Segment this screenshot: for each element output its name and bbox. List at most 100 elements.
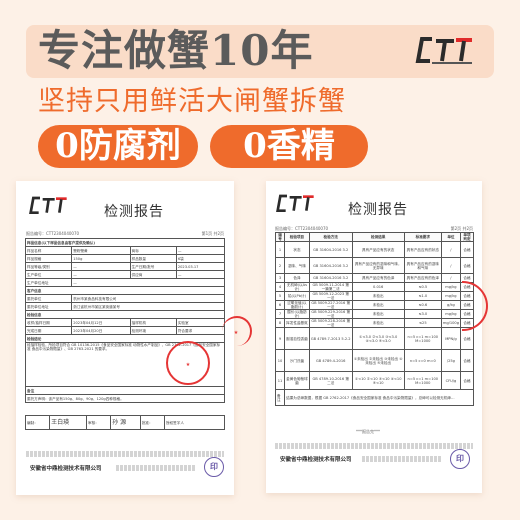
- table-row: 8 挥发性盐基氮 GB 5009.228-2016 第一法 未检出 ≤25 mg/100g…: [274, 318, 475, 328]
- table-row: 6 过氧化值(以脂肪计) GB 5009.227-2016 第一法 未检出 ≤0.6 g/…: [274, 300, 475, 310]
- signature-table: 编制： 王白瑛 审核：孙 源 批准： 授权签字人: [24, 415, 225, 430]
- table-cell: 7: [274, 309, 286, 319]
- ctt-logo-icon: [29, 196, 67, 214]
- cma-seal-icon: 印: [204, 457, 224, 477]
- table-cell: 9: [274, 327, 286, 350]
- table-cell: g/kg: [440, 300, 461, 310]
- table-cell: 0.016: [351, 282, 405, 292]
- table-cell: GB 5009.227-2016 第一法: [308, 300, 353, 310]
- table-cell: 酸价(以脂肪计): [284, 309, 310, 319]
- table-row: 9 副溶血性弧菌 GB 4789.7-2013 5.2.2 ①<3.0 ②<3.0 ③…: [274, 327, 475, 350]
- overlap-stamp: ★: [222, 316, 252, 346]
- table-cell: 具有产品应有的状态: [403, 241, 442, 258]
- table-cell: 无机砷(以As计): [284, 282, 310, 292]
- table-cell: ①未检出 ②未检出 ③未检出 ④未检出 ⑤未检出: [351, 349, 405, 372]
- report-number: 报告编号：CTT2304040070: [26, 231, 80, 236]
- table-cell: 合格: [459, 257, 475, 274]
- table-cell: 具有产品应有的滋味和气味，无异味: [351, 257, 405, 274]
- table-cell: ①<3.0 ②<3.0 ③<3.0 ④<3.0 ⑤<3.0: [351, 327, 405, 350]
- table-cell: 未检出: [351, 309, 405, 319]
- table-cell: GB 4789.4-2016: [308, 349, 353, 372]
- table-cell: 8: [274, 318, 286, 328]
- cma-seal-icon: 印: [450, 449, 470, 469]
- table-cell: 未检出: [351, 318, 405, 328]
- lab-company-name: 安徽省中鼎检测技术有限公司: [30, 466, 102, 472]
- table-cell: 色泽: [284, 273, 310, 283]
- table-cell: /25g: [440, 349, 461, 372]
- report-title: 检测报告: [104, 204, 164, 220]
- table-cell: GB 4789.10-2016 第二法: [308, 371, 353, 390]
- table-row: 3 色泽 GB 31604-2016 3.2 具有产品应有的色泽 具有产品应有的色泽 / 合…: [274, 273, 475, 283]
- table-row: 1 状态 GB 31604-2016 3.2 具有产品应有的状态 具有产品应有的状态 / 合…: [274, 241, 475, 258]
- table-cell: 滋味、气味: [284, 257, 310, 274]
- table-row: 10 沙门氏菌 GB 4789.4-2016 ①未检出 ②未检出 ③未检出 ④未检出 …: [274, 349, 475, 372]
- fine-print: [26, 451, 224, 457]
- table-cell: 沙门氏菌: [284, 349, 310, 372]
- table-cell: 铅(以Pb计): [284, 291, 310, 301]
- table-cell: 3: [274, 273, 286, 283]
- ctt-logo-icon: [276, 194, 314, 212]
- table-cell: 挥发性盐基氮: [284, 318, 310, 328]
- table-cell: CFU/g: [440, 371, 461, 390]
- table-cell: 未检出: [351, 300, 405, 310]
- table-cell: 合格: [459, 349, 475, 372]
- table-cell: GB 5009.228-2016 第一法: [308, 318, 353, 328]
- remarks-row: 备注 结果为总砷数据，根据 GB 2762-2017《食品安全国家标准 食品中污染…: [274, 389, 474, 406]
- table-cell: 副溶血性弧菌: [284, 327, 310, 350]
- table-cell: ≤3.0: [403, 309, 442, 319]
- test-results-table: 编号 检验项目 检验方法 检测结果 标准要求 单位 单项判定 1 状态 GB 31604-20…: [274, 232, 475, 406]
- table-cell: 6: [274, 300, 286, 310]
- table-cell: 11: [274, 371, 286, 390]
- table-cell: GB 5009.229-2016 第一法: [308, 309, 353, 319]
- lab-company-name: 安徽省中鼎检测技术有限公司: [280, 457, 352, 463]
- table-cell: mg/kg: [440, 282, 461, 292]
- table-cell: 10: [274, 349, 286, 372]
- table-cell: ≤1.0: [403, 291, 442, 301]
- table-row: 7 酸价(以脂肪计) GB 5009.229-2016 第一法 未检出 ≤3.0 mg/k…: [274, 309, 475, 319]
- table-cell: mg/kg: [440, 309, 461, 319]
- table-cell: GB 5009.11-2014 第一篇第二法: [308, 282, 353, 292]
- table-row: 4 无机砷(以As计) GB 5009.11-2014 第一篇第二法 0.016 ≤0.…: [274, 282, 475, 292]
- table-cell: ≤25: [403, 318, 442, 328]
- table-cell: GB 4789.7-2013 5.2.2: [308, 327, 353, 350]
- table-cell: n=5 c=1 m=100 M=1000: [403, 371, 442, 390]
- table-cell: /: [440, 257, 461, 274]
- official-stamp: ★: [166, 341, 210, 385]
- lab-address: [116, 465, 196, 471]
- headline: 专注做蟹10年: [38, 26, 314, 75]
- report-title: 检测报告: [348, 202, 408, 218]
- table-cell: n=5 c=1 m=100 M=1000: [403, 327, 442, 350]
- table-cell: 具有产品应有的滋味和气味: [403, 257, 442, 274]
- fine-print: [275, 443, 473, 449]
- badge-no-preservatives: 0防腐剂: [38, 125, 198, 168]
- table-cell: 具有产品应有的色泽: [403, 273, 442, 283]
- table-cell: 未检出: [351, 291, 405, 301]
- table-cell: 过氧化值(以脂肪计): [284, 300, 310, 310]
- table-cell: 4: [274, 282, 286, 292]
- table-cell: 具有产品应有的状态: [351, 241, 405, 258]
- table-cell: n=5 c=0 m=0: [403, 349, 442, 372]
- overlap-stamp: [462, 281, 488, 331]
- table-cell: 具有产品应有的色泽: [351, 273, 405, 283]
- table-cell: 2: [274, 257, 286, 274]
- table-cell: 5: [274, 291, 286, 301]
- remarks-text: 结果为总砷数据，根据 GB 2762-2017《食品安全国家标准 食品中污染物限…: [284, 389, 474, 406]
- remarks-label: 备注: [274, 389, 286, 406]
- end-of-report: ***报告完***: [356, 429, 380, 434]
- lab-address: [362, 456, 442, 462]
- test-report-page-2: 检测报告 报告编号：CTT2304040070 第2页 共2页 编号 检验项目 检验…: [266, 181, 488, 493]
- table-cell: 合格: [459, 371, 475, 390]
- table-cell: 状态: [284, 241, 310, 258]
- table-cell: GB 31604-2016 3.2: [308, 273, 353, 283]
- table-cell: GB 31604-2016 3.2: [308, 257, 353, 274]
- table-cell: 1: [274, 241, 286, 258]
- table-row: 5 铅(以Pb计) GB 5009.12-2023 第一法 未检出 ≤1.0 mg/kg 合…: [274, 291, 475, 301]
- title-banner: 专注做蟹10年: [26, 25, 494, 78]
- table-cell: mg/100g: [440, 318, 461, 328]
- badge-no-flavoring: 0香精: [210, 125, 368, 168]
- table-row: 2 滋味、气味 GB 31604-2016 3.2 具有产品应有的滋味和气味，无异味具…: [274, 257, 475, 274]
- table-cell: ①<10 ②<10 ③<10 ④<10 ⑤<10: [351, 371, 405, 390]
- table-cell: GB 5009.12-2023 第一法: [308, 291, 353, 301]
- table-cell: ≤0.6: [403, 300, 442, 310]
- ctt-logo-icon: [415, 37, 472, 64]
